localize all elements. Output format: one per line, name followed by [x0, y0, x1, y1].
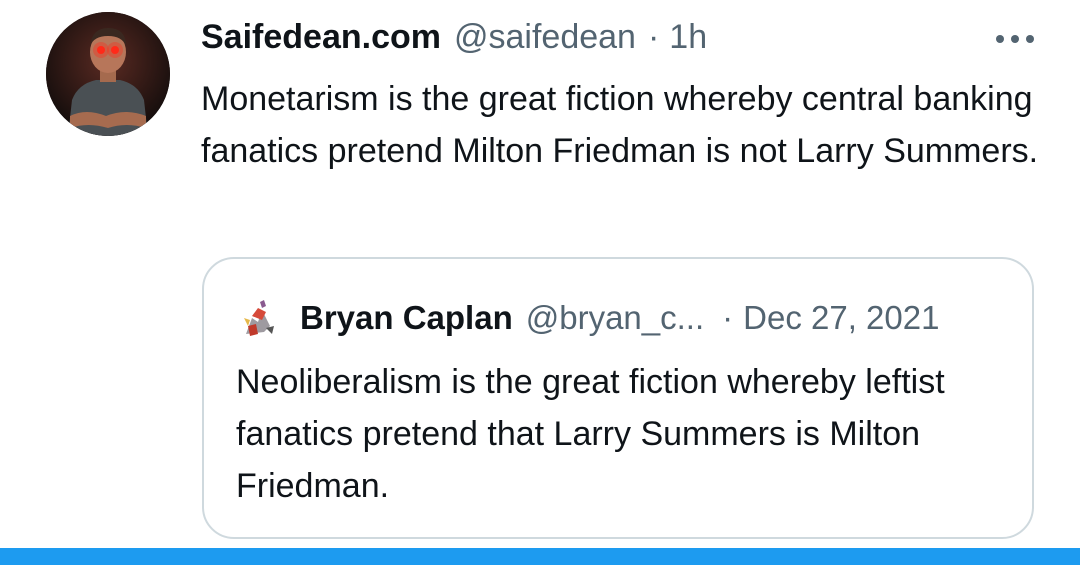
quoted-author-avatar[interactable] [236, 296, 280, 340]
tweet-timestamp[interactable]: 1h [669, 18, 707, 57]
accent-bar [0, 548, 1080, 565]
quoted-tweet[interactable]: Bryan Caplan @bryan_c... · Dec 27, 2021 … [202, 257, 1034, 539]
separator-dot: · [647, 17, 660, 56]
separator-dot: · [722, 299, 734, 336]
quoted-author-name[interactable]: Bryan Caplan [300, 299, 513, 337]
more-options-button[interactable] [992, 24, 1038, 54]
quoted-author-handle[interactable]: @bryan_c... [526, 299, 704, 337]
tweet-text: Monetarism is the great fiction whereby … [201, 80, 1039, 170]
tweet[interactable]: Saifedean.com @saifedean · 1h Monetarism… [0, 0, 1080, 565]
author-avatar[interactable] [46, 12, 170, 136]
quoted-tweet-text: Neoliberalism is the great fiction where… [236, 363, 945, 505]
tweet-header: Saifedean.com @saifedean · 1h [201, 14, 707, 60]
author-name[interactable]: Saifedean.com [201, 18, 441, 57]
author-handle[interactable]: @saifedean [454, 18, 636, 57]
quoted-tweet-header: Bryan Caplan @bryan_c... · Dec 27, 2021 [236, 295, 939, 341]
more-horizontal-icon [996, 35, 1034, 43]
quoted-tweet-date[interactable]: Dec 27, 2021 [743, 299, 939, 337]
